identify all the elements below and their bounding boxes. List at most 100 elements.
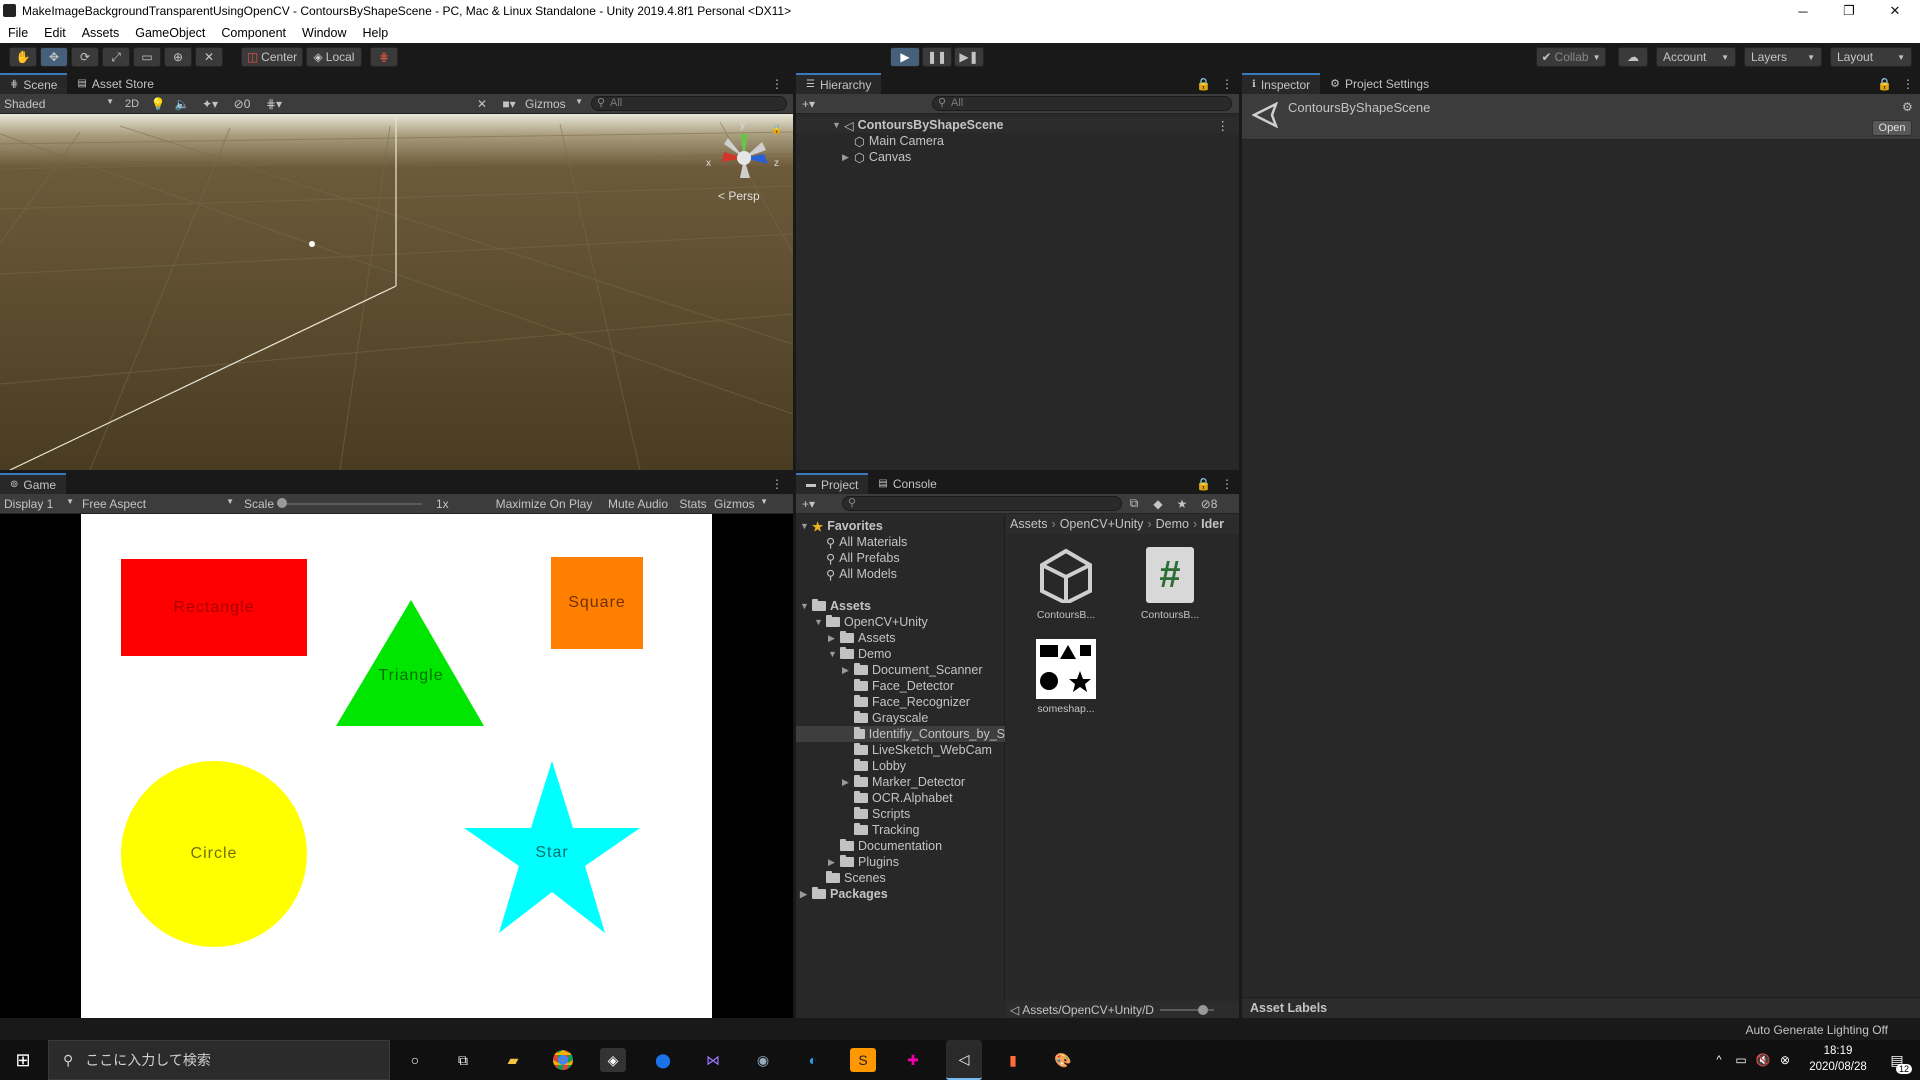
menu-assets[interactable]: Assets [74, 26, 128, 40]
gear-icon[interactable]: ⚙ [1902, 100, 1913, 114]
visual-studio-icon[interactable]: ⋈ [700, 1048, 726, 1072]
display-dropdown[interactable]: Display 1 ▼ [0, 497, 78, 511]
file-explorer-icon[interactable]: ▰ [500, 1048, 526, 1072]
tab-game[interactable]: ⊚ Game [0, 473, 67, 494]
vpn-icon[interactable]: ⊗ [1772, 1048, 1798, 1072]
tree-demo-item[interactable]: Face_Recognizer [854, 694, 970, 710]
game-view-canvas[interactable]: Rectangle Square Triangle Circle Star [81, 514, 712, 1018]
layers-dropdown[interactable]: Layers ▼ [1744, 47, 1822, 67]
panel-menu-icon[interactable]: ⋮ [761, 73, 793, 94]
hierarchy-item-canvas[interactable]: ▶ ⬡ Canvas [842, 149, 911, 165]
tree-demo-item[interactable]: Grayscale [854, 710, 928, 726]
toggle-2d[interactable]: 2D [118, 98, 146, 110]
hierarchy-item-main-camera[interactable]: ⬡ Main Camera [854, 133, 944, 149]
asset-labels-section[interactable]: Asset Labels [1242, 997, 1920, 1018]
panel-menu-icon[interactable]: ⋮ [1215, 473, 1239, 494]
pivot-toggle[interactable]: ◫ Center [241, 47, 303, 67]
tools-toggle[interactable]: ✕ [471, 97, 493, 111]
tree-opencv-assets[interactable]: ▶ Assets [828, 630, 896, 646]
scene-search-input[interactable]: All [591, 96, 787, 111]
menu-file[interactable]: File [0, 26, 36, 40]
breadcrumb-item[interactable]: Demo [1156, 517, 1189, 531]
filter-label-button[interactable]: ◆ [1146, 497, 1170, 511]
menu-gameobject[interactable]: GameObject [127, 26, 213, 40]
paint-icon[interactable]: 🎨 [1050, 1048, 1076, 1072]
tab-hierarchy[interactable]: ☰ Hierarchy [796, 73, 882, 94]
grid-dropdown[interactable]: ⋕▾ [258, 97, 290, 111]
document-icon[interactable]: ▮ [1000, 1048, 1026, 1072]
stats-toggle[interactable]: Stats [676, 497, 710, 511]
tree-fav-materials[interactable]: ⚲ All Materials [826, 534, 907, 550]
menu-component[interactable]: Component [213, 26, 294, 40]
open-button[interactable]: Open [1872, 120, 1912, 136]
minimize-button[interactable]: ─ [1780, 0, 1826, 22]
chrome-icon[interactable] [550, 1048, 576, 1072]
tree-demo-item[interactable]: OCR.Alphabet [854, 790, 953, 806]
menu-edit[interactable]: Edit [36, 26, 74, 40]
asset-item-script[interactable]: # ContoursB... [1134, 547, 1206, 629]
hidden-objects-toggle[interactable]: ⊘0 [226, 97, 258, 111]
breadcrumb-item[interactable]: OpenCV+Unity [1060, 517, 1144, 531]
close-button[interactable]: ✕ [1872, 0, 1918, 22]
scene-viewport[interactable]: y x z < Persp 🔒 [0, 114, 793, 470]
project-search-input[interactable] [842, 496, 1122, 511]
tree-favorites[interactable]: ▼ ★ Favorites [800, 518, 883, 534]
favorite-button[interactable]: ★ [1170, 497, 1194, 511]
tab-asset-store[interactable]: ▤ Asset Store [67, 73, 163, 94]
breadcrumb-item[interactable]: Assets [1010, 517, 1048, 531]
effects-dropdown[interactable]: ✦▾ [194, 97, 226, 111]
slider-thumb[interactable] [277, 497, 287, 508]
asset-item-scene[interactable]: ContoursB... [1030, 547, 1102, 629]
cloud-button[interactable]: ☁ [1618, 47, 1648, 67]
scale-slider[interactable] [277, 494, 428, 514]
tree-demo-item[interactable]: Lobby [854, 758, 906, 774]
tree-documentation[interactable]: Documentation [840, 838, 942, 854]
aspect-dropdown[interactable]: Free Aspect ▼ [78, 497, 238, 511]
tree-demo[interactable]: ▼ Demo [828, 646, 891, 662]
tree-packages[interactable]: ▶ Packages [800, 886, 888, 902]
play-button[interactable]: ▶ [890, 47, 920, 67]
account-dropdown[interactable]: Account ▼ [1656, 47, 1736, 67]
windows-start-icon[interactable]: ⊞ [10, 1048, 36, 1072]
tree-demo-item[interactable]: Scripts [854, 806, 910, 822]
hierarchy-scene-row[interactable]: ▼ ◁ ContoursByShapeScene ⋮ [796, 117, 1239, 133]
panel-menu-icon[interactable]: ⋮ [1215, 73, 1239, 94]
lock-icon[interactable]: 🔒 [1873, 73, 1896, 94]
tree-demo-item[interactable]: ▶ Marker_Detector [842, 774, 965, 790]
shading-dropdown[interactable]: Shaded ▼ [0, 97, 118, 111]
mute-audio-toggle[interactable]: Mute Audio [600, 497, 676, 511]
tree-demo-item[interactable]: ▶ Document_Scanner [842, 662, 982, 678]
pause-button[interactable]: ❚❚ [922, 47, 952, 67]
grid-snap-button[interactable]: ⋕ [370, 47, 398, 67]
edge-icon[interactable]: ◐ [800, 1048, 826, 1072]
tree-fav-prefabs[interactable]: ⚲ All Prefabs [826, 550, 900, 566]
notifications-button[interactable]: ▤ 12 [1884, 1048, 1912, 1074]
tab-scene[interactable]: ⋕ Scene [0, 73, 68, 94]
icon-size-slider[interactable] [1159, 1002, 1220, 1018]
sublime-icon[interactable]: S [850, 1048, 876, 1072]
tab-project-settings[interactable]: ⚙ Project Settings [1320, 73, 1439, 94]
filter-type-button[interactable]: ⧉ [1122, 496, 1146, 511]
rotate-tool-button[interactable]: ⟳ [71, 47, 99, 67]
maps-icon[interactable]: ⬤ [650, 1048, 676, 1072]
lock-icon[interactable]: 🔒 [1192, 73, 1215, 94]
taskbar-search-input[interactable]: ⚲ ここに入力して検索 [48, 1040, 390, 1080]
lighting-toggle[interactable]: 💡 [146, 97, 170, 111]
steam-icon[interactable]: ◉ [750, 1048, 776, 1072]
move-tool-button[interactable]: ✥ [40, 47, 68, 67]
audio-toggle[interactable]: 🔈 [170, 97, 194, 111]
gizmos-dropdown[interactable]: Gizmos ▼ [525, 97, 587, 111]
tree-demo-item[interactable]: Face_Detector [854, 678, 954, 694]
rect-tool-button[interactable]: ▭ [133, 47, 161, 67]
unity-editor-taskbar-icon[interactable]: ◁ [946, 1040, 982, 1080]
tree-assets[interactable]: ▼ Assets [800, 598, 871, 614]
task-view-icon[interactable]: ⧉ [450, 1048, 476, 1072]
tree-fav-models[interactable]: ⚲ All Models [826, 566, 897, 582]
hand-tool-button[interactable]: ✋ [9, 47, 37, 67]
asset-item-texture[interactable]: someshap... [1030, 639, 1102, 721]
tree-demo-item[interactable]: LiveSketch_WebCam [854, 742, 992, 758]
chevron-down-icon[interactable]: ▼ [832, 120, 844, 130]
hierarchy-search-input[interactable]: All [932, 96, 1232, 111]
lock-icon[interactable]: 🔒 [1192, 473, 1215, 494]
maximize-button[interactable]: ❐ [1826, 0, 1872, 22]
